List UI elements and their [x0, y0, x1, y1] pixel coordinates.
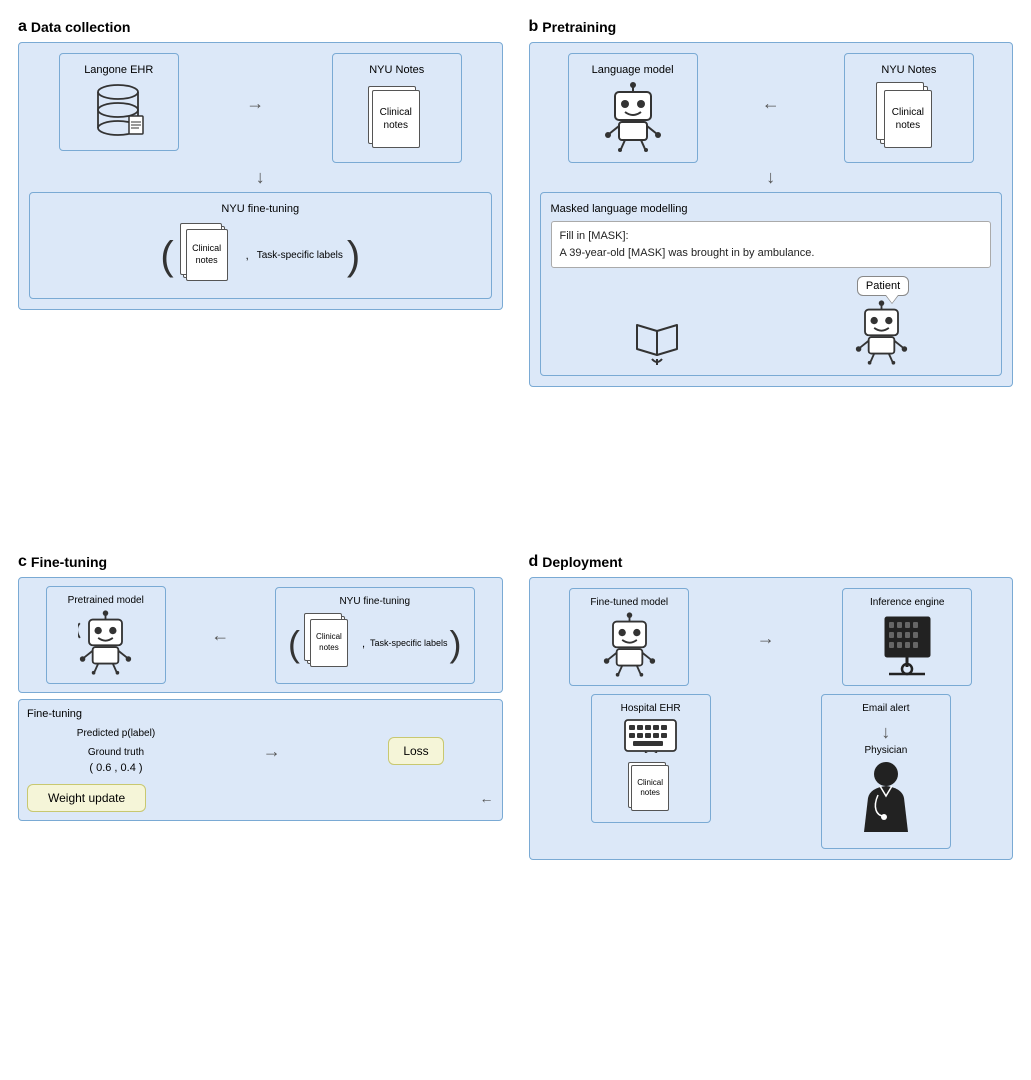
panel-c: c Fine-tuning Pretrained model — [10, 545, 511, 1070]
patient-bubble: Patient — [857, 276, 909, 296]
masked-lm-label: Masked language modelling — [551, 203, 992, 215]
keyboard-icon — [623, 718, 678, 753]
language-model-label: Language model — [592, 64, 674, 76]
comma-a: , — [246, 250, 249, 262]
loss-box: Loss — [388, 737, 443, 765]
database-icon — [91, 82, 146, 140]
section-c-label: c Fine-tuning — [18, 553, 503, 571]
section-a-label: a Data collection — [18, 18, 503, 36]
book-icon — [632, 315, 682, 365]
weight-update-box: Weight update — [27, 784, 146, 812]
section-b-title: Pretraining — [542, 19, 616, 35]
arrow-a-right: → — [246, 93, 264, 114]
task-labels-a: Task-specific labels — [257, 249, 343, 262]
robot-d-icon — [602, 612, 657, 677]
section-a-title: Data collection — [31, 19, 131, 35]
hospital-ehr-label: Hospital EHR — [621, 703, 681, 714]
masked-text: Fill in [MASK]: A 39-year-old [MASK] was… — [551, 221, 992, 268]
comma-c: , — [362, 638, 365, 650]
nyu-finetuning-c-label: NYU fine-tuning — [284, 596, 466, 607]
paren-close-a: ) — [347, 236, 360, 276]
predicted-label: Predicted p(label) — [77, 728, 155, 739]
paren-close-c: ) — [450, 626, 462, 662]
ground-truth-label: Ground truth — [77, 747, 155, 758]
nyu-notes-a-label: NYU Notes — [369, 64, 424, 76]
clinical-notes-d: Clinical notes — [631, 778, 669, 799]
nyu-notes-b-label: NYU Notes — [881, 64, 936, 76]
arrow-b-left: ← — [762, 93, 780, 114]
arrow-b-down: ↓ — [540, 167, 1003, 188]
patient-robot: Patient — [854, 276, 909, 365]
panel-a: a Data collection Langone EHR — [10, 10, 511, 535]
robot-b-icon — [603, 82, 663, 152]
physician-icon — [856, 760, 916, 840]
clinical-notes-c: Clinicalnotes — [316, 632, 342, 653]
paren-open-a: ( — [160, 236, 173, 276]
langone-label: Langone EHR — [84, 64, 153, 76]
task-labels-c: Task-specific labels — [370, 638, 448, 650]
fine-tuning-section-label: Fine-tuning — [27, 708, 494, 720]
finetuned-model-label: Fine-tuned model — [590, 597, 668, 608]
section-c-title: Fine-tuning — [31, 554, 107, 570]
email-alert-label: Email alert — [862, 703, 909, 714]
clinical-notes-b: Clinical notes — [884, 106, 932, 132]
paren-open-c: ( — [288, 626, 300, 662]
panel-b: b Pretraining Language model — [521, 10, 1022, 535]
physician-label: Physician — [864, 745, 907, 756]
inference-engine-label: Inference engine — [870, 597, 945, 608]
section-a-letter: a — [18, 18, 27, 36]
arrow-a-down: ↓ — [29, 167, 492, 188]
clinical-notes-a: Clinical notes — [372, 106, 420, 132]
values: ( 0.6 , 0.4 ) — [77, 762, 155, 774]
arrow-c-weight: ← — [480, 790, 494, 806]
section-b-label: b Pretraining — [529, 18, 1014, 36]
robot-b2-icon — [854, 300, 909, 365]
section-d-label: d Deployment — [529, 553, 1014, 571]
arrow-c-loss: → — [263, 741, 281, 762]
book-section — [632, 315, 682, 365]
section-c-letter: c — [18, 553, 27, 571]
prediction-group: Predicted p(label) Ground truth ( 0.6 , … — [77, 728, 155, 774]
arrow-c-left: ← — [211, 625, 229, 646]
arrow-d-right: → — [757, 628, 775, 649]
section-b-letter: b — [529, 18, 539, 36]
panel-d: d Deployment Fine-tuned model — [521, 545, 1022, 1070]
pretrained-model-label: Pretrained model — [68, 595, 144, 606]
arrow-d-down-email: ↓ — [881, 722, 890, 743]
clinical-notes-a2: Clinicalnotes — [192, 243, 221, 266]
section-d-title: Deployment — [542, 554, 622, 570]
server-icon — [875, 612, 940, 677]
nyu-finetuning-a-label: NYU fine-tuning — [40, 203, 481, 215]
robot-c-icon — [78, 610, 133, 675]
section-d-letter: d — [529, 553, 539, 571]
